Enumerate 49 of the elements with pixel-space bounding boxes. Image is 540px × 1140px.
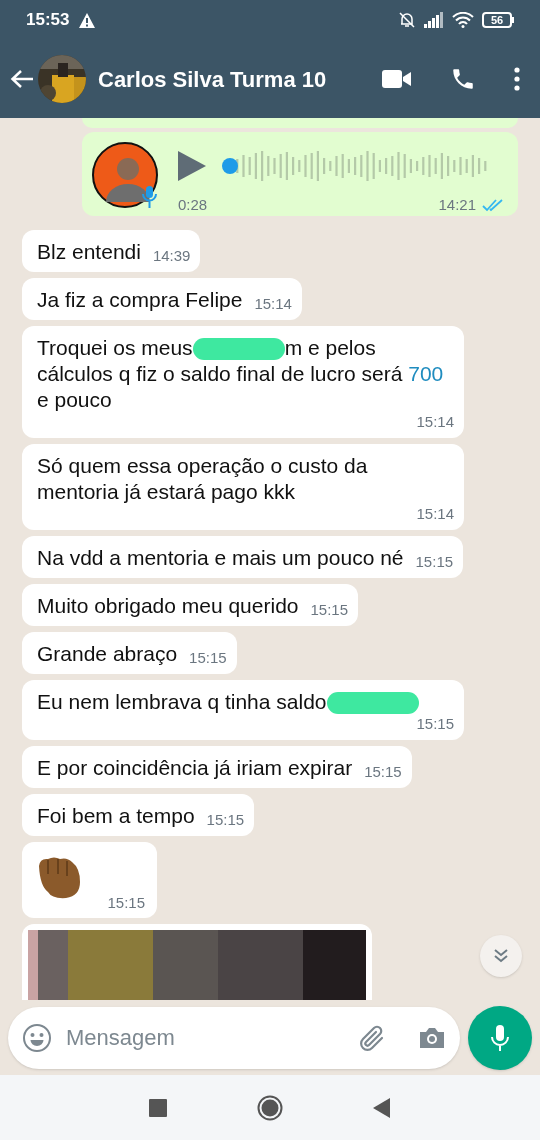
- fist-icon: [36, 856, 82, 900]
- message-text: Ja fiz a compra Felipe: [37, 287, 243, 313]
- message-text: Blz entendi: [37, 239, 141, 265]
- message-text: Grande abraço: [37, 641, 178, 667]
- message-time: 15:15: [107, 892, 145, 913]
- camera-icon[interactable]: [418, 1025, 446, 1050]
- emoji-icon[interactable]: [22, 1022, 52, 1053]
- more-options-icon[interactable]: [514, 67, 520, 91]
- message-time: 15:14: [253, 295, 292, 313]
- message-input-field[interactable]: Mensagem: [66, 1021, 358, 1054]
- wifi-icon: [452, 12, 474, 28]
- back-icon[interactable]: [373, 1097, 391, 1118]
- message-time: 14:39: [151, 247, 191, 265]
- video-call-icon[interactable]: [382, 69, 412, 89]
- voice-duration: 0:28: [178, 195, 208, 215]
- status-time: 15:53: [26, 9, 70, 32]
- microphone-button[interactable]: [468, 1005, 532, 1070]
- message-text: Na vdd a mentoria e mais um pouco né: [37, 545, 404, 571]
- double-chevron-down-icon: [493, 949, 509, 963]
- warning-icon: [79, 12, 96, 28]
- message-text: Só quem essa operação o custo da mentoria já estará pago kkk: [37, 453, 369, 505]
- message-time: 14:21: [438, 195, 476, 215]
- message-text: E por coincidência já iriam expirar: [37, 755, 353, 781]
- recent-apps-icon[interactable]: [149, 1098, 167, 1117]
- back-arrow-icon[interactable]: [10, 69, 34, 89]
- scroll-down-button[interactable]: [480, 935, 522, 977]
- composer-bar[interactable]: Mensagem: [8, 1006, 460, 1069]
- signal-icon: [424, 12, 444, 28]
- contact-name[interactable]: Carlos Silva Turma 10: [98, 62, 327, 96]
- message-time: 15:15: [363, 763, 402, 781]
- battery-icon: 56: [482, 12, 514, 28]
- play-icon[interactable]: [178, 151, 206, 181]
- message-time: 15:15: [415, 715, 454, 733]
- number-link[interactable]: 700: [408, 362, 444, 385]
- home-icon[interactable]: [257, 1094, 283, 1121]
- message-time: 15:14: [415, 413, 454, 431]
- phone-icon[interactable]: [450, 66, 476, 92]
- bell-off-icon: [398, 11, 416, 29]
- message-time: 15:14: [415, 505, 454, 523]
- message-text: Eu nem lembrava q tinha saldo: [37, 689, 419, 715]
- message-text: Foi bem a tempo: [37, 803, 195, 829]
- message-time: 15:15: [205, 811, 245, 829]
- message-time: 15:15: [414, 553, 454, 571]
- message-text: Troquei os meus m e pelos cálculos q fiz o saldo final de lucro será 700 e pouco: [37, 335, 445, 413]
- avatar-icon: [92, 142, 160, 210]
- message-time: 15:15: [309, 601, 349, 619]
- message-time: 15:15: [188, 649, 227, 667]
- microphone-icon: [490, 1023, 510, 1052]
- message-text: Muito obrigado meu querido: [37, 593, 299, 619]
